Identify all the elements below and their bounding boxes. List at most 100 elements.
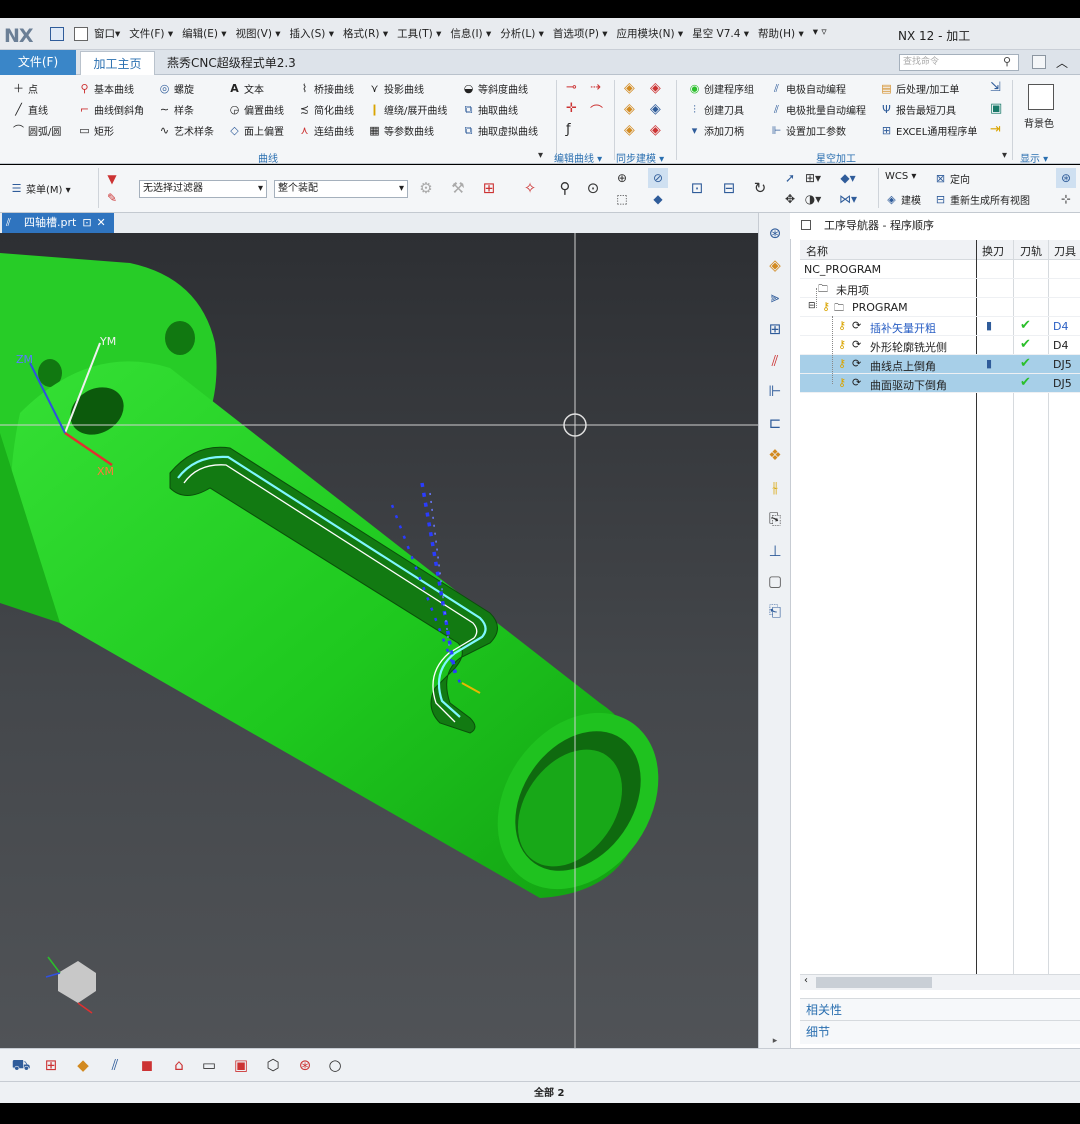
iso-curve-button[interactable]: ▦ 等参数曲线 xyxy=(368,123,434,138)
selection-scope-dropdown[interactable]: 整个装配 xyxy=(274,180,408,198)
tab-file[interactable]: 文件(F) xyxy=(0,50,76,75)
line-button[interactable]: ╱ 直线 xyxy=(12,102,48,117)
trim-curve-icon[interactable]: ⊸ xyxy=(566,80,577,95)
offset-region-icon[interactable]: ◈ xyxy=(650,101,661,117)
column-tool-change[interactable]: 换刀 xyxy=(982,243,1004,259)
scroll-left-icon[interactable]: ‹ xyxy=(804,975,808,986)
tree-row-program[interactable]: ⊟ ⚷ 🗀 PROGRAM xyxy=(800,298,1080,317)
background-color-label[interactable]: 背景色 xyxy=(1024,115,1054,130)
point-button[interactable]: ＋点 xyxy=(12,81,38,96)
collapse-ribbon-icon[interactable]: ︿ xyxy=(1056,54,1068,71)
simplify-curve-button[interactable]: ≾ 简化曲线 xyxy=(298,102,354,117)
snap-settings-icon[interactable]: ⚒ xyxy=(448,178,468,198)
roles-icon[interactable]: ▢ xyxy=(764,570,786,592)
rotate-view-icon[interactable]: ↻ xyxy=(750,178,770,198)
edit-curve-group-label[interactable]: 编辑曲线 ▾ xyxy=(554,150,602,165)
machining-feature-icon[interactable]: ⊏ xyxy=(764,412,786,434)
menu-info[interactable]: 信息(I) ▾ xyxy=(450,26,491,42)
text-button[interactable]: A 文本 xyxy=(228,81,264,96)
dependencies-section[interactable]: 相关性 xyxy=(800,998,1080,1020)
wireframe-icon[interactable]: ▭ xyxy=(198,1054,220,1076)
shortest-tool-report-button[interactable]: Ψ 报告最短刀具 xyxy=(880,102,956,117)
cube-icon[interactable]: ◆ xyxy=(648,189,668,209)
menu-application[interactable]: 应用模块(N) ▾ xyxy=(617,26,684,42)
helix-button[interactable]: ◎ 螺旋 xyxy=(158,81,194,96)
point-on-curve-icon[interactable]: ⊞ xyxy=(479,178,499,198)
menu-more[interactable]: ▾ ▿ xyxy=(813,26,827,42)
wcs-button[interactable]: WCS ▾ xyxy=(885,171,916,182)
bridge-curve-button[interactable]: ⌇ 桥接曲线 xyxy=(298,81,354,96)
modeling-button[interactable]: ◈ 建模 xyxy=(885,192,921,207)
generate-toolpath-icon[interactable]: ⛟ xyxy=(10,1054,32,1076)
project-curve-button[interactable]: ⋎ 投影曲线 xyxy=(368,81,424,96)
arc-center-icon[interactable]: ⊕ xyxy=(612,168,632,188)
wrap-unwrap-button[interactable]: ❙ 缠绕/展开曲线 xyxy=(368,102,447,117)
tree-row-operation-selected[interactable]: ⚷ ⟳ 曲线点上倒角 ▮ ✔ DJ5 xyxy=(800,355,1080,374)
arc-circle-button[interactable]: ⌒ 圆弧/圆 xyxy=(12,123,61,138)
pan-icon[interactable]: ➚ xyxy=(780,168,800,188)
part-navigator-icon[interactable]: ⫸ xyxy=(764,286,786,308)
menu-tools[interactable]: 工具(T) ▾ xyxy=(397,26,441,42)
menu-preferences[interactable]: 首选项(P) ▾ xyxy=(553,26,608,42)
circle-icon[interactable]: ○ xyxy=(324,1054,346,1076)
window-icon[interactable] xyxy=(74,27,88,41)
studio-spline-button[interactable]: ∿ 艺术样条 xyxy=(158,123,214,138)
orient-wcs-button[interactable]: ⊠ 定向 xyxy=(934,171,970,186)
electrode-batch-program-button[interactable]: ⫽ 电极批量自动编程 xyxy=(770,102,866,117)
column-tool[interactable]: 刀具 xyxy=(1054,243,1076,259)
delete-face-icon[interactable]: ◈ xyxy=(650,80,661,96)
curve-length-icon[interactable]: ✛ xyxy=(566,101,577,116)
postprocess-button[interactable]: ▤ 后处理/加工单 xyxy=(880,81,959,96)
layer-settings-icon[interactable]: ⊛ xyxy=(294,1054,316,1076)
endpoint-icon[interactable]: ✧ xyxy=(520,178,540,198)
curve-group-more[interactable]: ▾ xyxy=(538,150,543,161)
extra-tool-icon-1[interactable]: ⊛ xyxy=(1056,168,1076,188)
tree-row-operation[interactable]: ⚷ ⟳ 插补矢量开粗 ▮ ✔ D4 xyxy=(800,317,1080,336)
command-search-input[interactable]: 查找命令 xyxy=(899,54,1019,71)
fit-view-icon[interactable]: ⊡ xyxy=(687,178,707,198)
reuse-library-icon[interactable]: ⊞ xyxy=(764,318,786,340)
web-browser-icon[interactable]: ❖ xyxy=(764,444,786,466)
details-section[interactable]: 细节 xyxy=(800,1020,1080,1044)
sync-modeling-group-label[interactable]: 同步建模 ▾ xyxy=(616,150,664,165)
list-toolpath-icon[interactable]: ◆ xyxy=(72,1054,94,1076)
offset-curve-button[interactable]: ◶ 偏置曲线 xyxy=(228,102,284,117)
save-icon[interactable] xyxy=(50,27,64,41)
create-tool-button[interactable]: ⫶ 创建刀具 xyxy=(688,102,744,117)
snap-point-icon[interactable]: ⚙ xyxy=(416,178,436,198)
control-point-icon[interactable]: ⚲ xyxy=(555,178,575,198)
tab-menu-icon[interactable]: ⊡ xyxy=(82,216,91,229)
electrode-auto-program-button[interactable]: ⫽ 电极自动编程 xyxy=(770,81,846,96)
machine-navigator-icon[interactable]: ⊩ xyxy=(764,380,786,402)
process-studio-icon[interactable]: ⊥ xyxy=(764,540,786,562)
visualization-icon[interactable]: ⎗ xyxy=(764,600,786,622)
isocline-curve-button[interactable]: ◒ 等斜度曲线 xyxy=(462,81,528,96)
offset-in-face-button[interactable]: ◇ 面上偏置 xyxy=(228,123,284,138)
postprocess-icon[interactable]: ⫽ xyxy=(104,1054,126,1076)
pin-panel-icon[interactable] xyxy=(801,220,811,230)
menu-file[interactable]: 文件(F) ▾ xyxy=(129,26,173,42)
move-face-icon[interactable]: ◈ xyxy=(624,80,635,96)
regenerate-views-button[interactable]: ⊟ 重新生成所有视图 xyxy=(934,192,1030,207)
snap-active-icon[interactable]: ⊘ xyxy=(648,168,668,188)
resize-blend-icon[interactable]: ◈ xyxy=(624,122,635,138)
hexagon-icon[interactable]: ⬡ xyxy=(262,1054,284,1076)
fillet-curve-icon[interactable]: ⌒ xyxy=(590,101,603,120)
quadrant-icon[interactable]: ⬚ xyxy=(612,189,632,209)
tree-row-nc-program[interactable]: NC_PROGRAM xyxy=(800,260,1080,279)
document-tab[interactable]: 四轴槽.prt ⊡ ✕ xyxy=(2,213,114,233)
constraint-navigator-icon[interactable]: ◈ xyxy=(764,254,786,276)
rectangle-button[interactable]: ▭ 矩形 xyxy=(78,123,114,138)
assembly-navigator-icon[interactable]: ⊛ xyxy=(764,222,786,244)
edit-display-icon[interactable]: ▣ xyxy=(230,1054,252,1076)
view-orient-icon[interactable]: ◆▾ xyxy=(838,168,858,188)
display-group-label[interactable]: 显示 ▾ xyxy=(1020,150,1048,165)
operation-navigator-icon[interactable]: ⫽ xyxy=(764,350,786,372)
search-icon[interactable]: ⚲ xyxy=(1003,55,1011,68)
menu-window[interactable]: 窗口▾ xyxy=(94,26,120,42)
xingkong-group-more[interactable]: ▾ xyxy=(1002,150,1007,161)
selection-filter-icon[interactable]: ▼ xyxy=(102,169,122,189)
extract-curve-button[interactable]: ⧉ 抽取曲线 xyxy=(462,102,518,117)
xk-extra-icon-3[interactable]: ⇥ xyxy=(990,122,1001,137)
tree-row-operation-selected[interactable]: ⚷ ⟳ 曲面驱动下倒角 ✔ DJ5 xyxy=(800,374,1080,393)
